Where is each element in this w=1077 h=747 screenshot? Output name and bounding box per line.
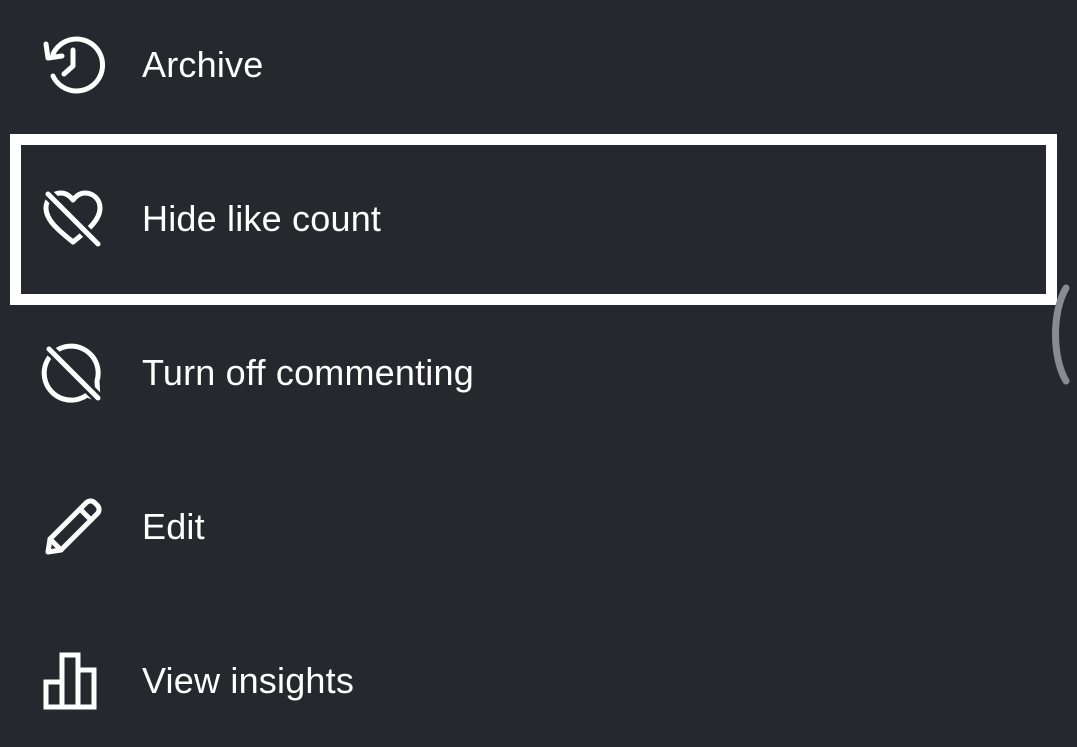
pencil-icon [40, 494, 106, 560]
comment-off-icon [40, 340, 106, 406]
menu-item-view-insights[interactable]: View insights [0, 621, 1040, 741]
post-options-menu: Archive Hide like count Turn off comment… [0, 0, 1077, 747]
menu-item-turn-off-commenting[interactable]: Turn off commenting [0, 313, 1040, 433]
menu-item-hide-like-count[interactable]: Hide like count [0, 159, 1040, 279]
menu-item-archive[interactable]: Archive [0, 5, 1040, 125]
bar-chart-icon [40, 648, 106, 714]
menu-item-label: Archive [142, 44, 264, 85]
heart-off-icon [40, 186, 106, 252]
menu-item-edit[interactable]: Edit [0, 467, 1040, 587]
archive-history-icon [40, 32, 106, 98]
menu-item-label: Hide like count [142, 198, 382, 239]
menu-item-label: Edit [142, 506, 205, 547]
menu-item-label: Turn off commenting [142, 352, 474, 393]
menu-item-label: View insights [142, 660, 355, 701]
scroll-handle[interactable] [1048, 282, 1077, 387]
